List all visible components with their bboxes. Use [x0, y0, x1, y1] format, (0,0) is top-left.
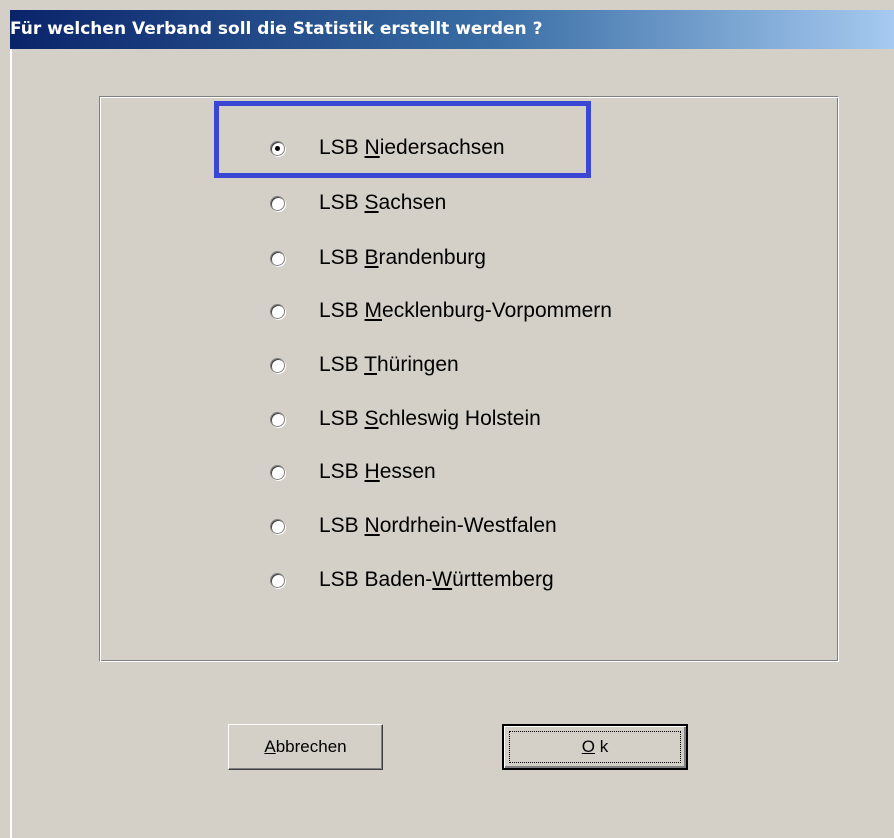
radio-option-sachsen[interactable]: LSB Sachsen — [270, 188, 446, 218]
radio-option-mecklenburg-vorpommern[interactable]: LSB Mecklenburg-Vorpommern — [270, 296, 612, 326]
radio-option-brandenburg[interactable]: LSB Brandenburg — [270, 243, 486, 273]
radio-label: LSB Baden-Württemberg — [319, 568, 554, 591]
radio-label: LSB Hessen — [319, 460, 436, 483]
radio-button-icon[interactable] — [270, 195, 285, 211]
radio-button-icon[interactable] — [270, 411, 285, 427]
radio-label: LSB Nordrhein-Westfalen — [319, 514, 557, 537]
radio-button-icon[interactable] — [270, 357, 285, 373]
radio-button-icon[interactable] — [270, 572, 285, 588]
cancel-button[interactable]: Abbrechen — [228, 724, 383, 770]
radio-option-baden-wuerttemberg[interactable]: LSB Baden-Württemberg — [270, 565, 554, 595]
dialog-window: Für welchen Verband soll die Statistik e… — [0, 0, 894, 838]
radio-label: LSB Mecklenburg-Vorpommern — [319, 299, 612, 322]
focus-rectangle — [509, 731, 681, 763]
radio-label: LSB Sachsen — [319, 191, 447, 214]
radio-option-schleswig-holstein[interactable]: LSB Schleswig Holstein — [270, 404, 541, 434]
radio-label: LSB Niedersachsen — [319, 136, 505, 159]
radio-label: LSB Schleswig Holstein — [319, 407, 541, 430]
radio-label: LSB Thüringen — [319, 353, 459, 376]
cancel-button-label: Abbrechen — [264, 737, 347, 756]
radio-button-checked-icon[interactable] — [270, 140, 285, 156]
window-edge — [10, 49, 12, 838]
radio-option-hessen[interactable]: LSB Hessen — [270, 457, 436, 487]
radio-button-icon[interactable] — [270, 518, 285, 534]
radio-button-icon[interactable] — [270, 303, 285, 319]
radio-label: LSB Brandenburg — [319, 246, 486, 269]
radio-option-niedersachsen[interactable]: LSB Niedersachsen — [270, 133, 505, 163]
radio-button-icon[interactable] — [270, 464, 285, 480]
radio-option-nordrhein-westfalen[interactable]: LSB Nordrhein-Westfalen — [270, 511, 557, 541]
radio-button-icon[interactable] — [270, 250, 285, 266]
dialog-title: Für welchen Verband soll die Statistik e… — [10, 10, 894, 49]
ok-button[interactable]: O k — [502, 724, 688, 770]
radio-option-thueringen[interactable]: LSB Thüringen — [270, 350, 459, 380]
